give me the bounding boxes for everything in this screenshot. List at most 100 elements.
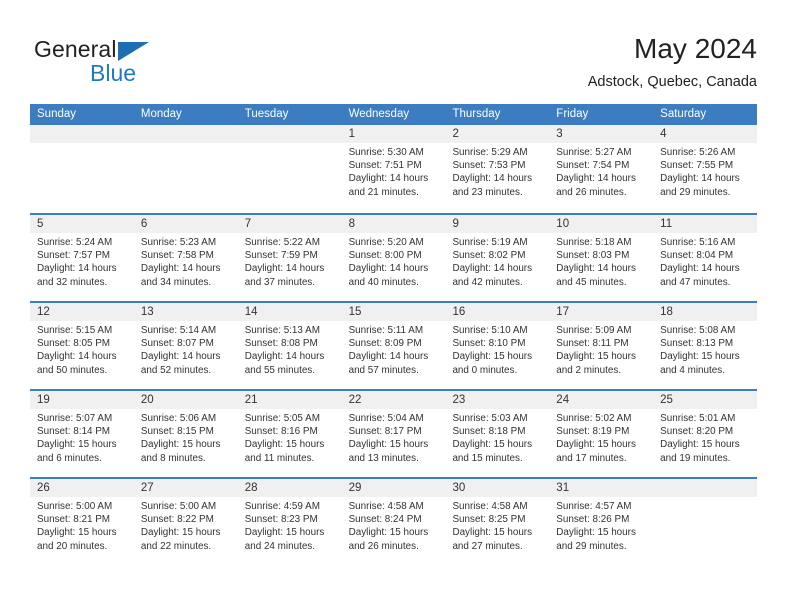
daylight-duration-line2: and 40 minutes.: [348, 276, 419, 288]
calendar-day-cell[interactable]: 23 Sunrise: 5:03 AM Sunset: 8:18 PM Dayligh…: [445, 391, 550, 477]
logo-word-general: General: [34, 36, 117, 62]
sunset-time: Sunset: 8:20 PM: [660, 426, 734, 438]
calendar-day-cell[interactable]: 19 Sunrise: 5:07 AM Sunset: 8:14 PM Dayligh…: [30, 391, 134, 477]
sunrise-time: Sunrise: 5:05 AM: [244, 413, 320, 424]
calendar-day-cell[interactable]: 21 Sunrise: 5:05 AM Sunset: 8:16 PM Dayligh…: [237, 391, 342, 477]
sun-info: Sunrise: 5:00 AM Sunset: 8:21 PM Daylight:…: [30, 497, 134, 553]
sunrise-time: Sunrise: 5:06 AM: [140, 413, 217, 424]
daylight-duration-line2: and 29 minutes.: [556, 540, 627, 552]
sunrise-time: Sunrise: 5:20 AM: [348, 237, 424, 248]
calendar-day-cell[interactable]: 25 Sunrise: 5:01 AM Sunset: 8:20 PM Dayligh…: [653, 391, 758, 477]
title-block: May 2024 Adstock, Quebec, Canada: [588, 32, 757, 92]
day-number: 29: [341, 479, 446, 497]
day-number: [237, 125, 342, 143]
calendar-day-cell[interactable]: 4 Sunrise: 5:26 AM Sunset: 7:55 PM Daylight…: [653, 125, 758, 213]
calendar-day-cell[interactable]: 11 Sunrise: 5:16 AM Sunset: 8:04 PM Dayligh…: [653, 215, 758, 301]
calendar-day-cell[interactable]: 31 Sunrise: 4:57 AM Sunset: 8:26 PM Dayligh…: [549, 479, 654, 565]
sunset-time: Sunset: 8:00 PM: [348, 250, 422, 262]
calendar-weeks: 1 Sunrise: 5:30 AM Sunset: 7:51 PM Daylight…: [30, 125, 758, 565]
daylight-duration-line1: Daylight: 14 hours: [37, 263, 117, 275]
sunset-time: Sunset: 8:25 PM: [452, 514, 526, 526]
general-blue-logo: General Blue: [34, 36, 274, 90]
calendar-day-cell[interactable]: 2 Sunrise: 5:29 AM Sunset: 7:53 PM Daylight…: [445, 125, 550, 213]
page-title: May 2024: [634, 33, 757, 64]
daylight-duration-line1: Daylight: 15 hours: [452, 439, 533, 451]
day-number: 24: [549, 391, 654, 409]
sunset-time: Sunset: 8:11 PM: [556, 338, 629, 350]
daylight-duration-line2: and 45 minutes.: [556, 276, 627, 288]
day-number: 21: [237, 391, 342, 409]
calendar-day-cell[interactable]: 16 Sunrise: 5:10 AM Sunset: 8:10 PM Dayligh…: [445, 303, 550, 389]
sunset-time: Sunset: 8:02 PM: [452, 250, 526, 262]
calendar-day-cell[interactable]: 3 Sunrise: 5:27 AM Sunset: 7:54 PM Daylight…: [549, 125, 654, 213]
calendar-day-cell[interactable]: 18 Sunrise: 5:08 AM Sunset: 8:13 PM Dayligh…: [653, 303, 758, 389]
sunset-time: Sunset: 8:22 PM: [140, 514, 214, 526]
calendar-day-cell[interactable]: 24 Sunrise: 5:02 AM Sunset: 8:19 PM Dayligh…: [549, 391, 654, 477]
calendar-day-cell[interactable]: 8 Sunrise: 5:20 AM Sunset: 8:00 PM Daylight…: [341, 215, 446, 301]
weekday-header-saturday: Saturday: [660, 108, 707, 120]
sun-info: Sunrise: 5:06 AM Sunset: 8:15 PM Daylight:…: [134, 409, 238, 465]
sunset-time: Sunset: 8:03 PM: [556, 250, 630, 262]
calendar-day-cell[interactable]: 9 Sunrise: 5:19 AM Sunset: 8:02 PM Daylight…: [445, 215, 550, 301]
daylight-duration-line1: Daylight: 14 hours: [348, 173, 429, 185]
weekday-header-tuesday: Tuesday: [244, 108, 289, 120]
sunrise-time: Sunrise: 4:57 AM: [556, 501, 632, 512]
calendar-day-cell[interactable]: 13 Sunrise: 5:14 AM Sunset: 8:07 PM Dayligh…: [133, 303, 238, 389]
sunset-time: Sunset: 7:54 PM: [556, 160, 630, 172]
calendar-day-cell[interactable]: 20 Sunrise: 5:06 AM Sunset: 8:15 PM Dayligh…: [133, 391, 238, 477]
daylight-duration-line2: and 47 minutes.: [660, 276, 731, 288]
calendar-day-cell[interactable]: 5 Sunrise: 5:24 AM Sunset: 7:57 PM Daylight…: [30, 215, 134, 301]
sunset-time: Sunset: 7:58 PM: [140, 250, 214, 262]
day-number: 14: [237, 303, 342, 321]
sun-info: Sunrise: 5:08 AM Sunset: 8:13 PM Daylight:…: [653, 321, 757, 377]
calendar-day-cell[interactable]: 6 Sunrise: 5:23 AM Sunset: 7:58 PM Daylight…: [133, 215, 238, 301]
daylight-duration-line1: Daylight: 15 hours: [556, 527, 636, 539]
sunset-time: Sunset: 7:57 PM: [37, 250, 111, 262]
calendar-day-cell-empty: [653, 479, 758, 565]
daylight-duration-line1: Daylight: 14 hours: [348, 263, 429, 275]
daylight-duration-line2: and 6 minutes.: [37, 452, 102, 464]
daylight-duration-line1: Daylight: 15 hours: [452, 527, 533, 539]
daylight-duration-line1: Daylight: 14 hours: [556, 263, 636, 275]
daylight-duration-line1: Daylight: 15 hours: [37, 527, 117, 539]
daylight-duration-line1: Daylight: 15 hours: [37, 439, 117, 451]
sun-info: Sunrise: 5:03 AM Sunset: 8:18 PM Daylight:…: [445, 409, 549, 465]
calendar-day-cell[interactable]: 1 Sunrise: 5:30 AM Sunset: 7:51 PM Daylight…: [341, 125, 446, 213]
calendar-day-cell-empty: [237, 125, 342, 213]
calendar-day-cell[interactable]: 12 Sunrise: 5:15 AM Sunset: 8:05 PM Dayligh…: [30, 303, 134, 389]
calendar-day-cell[interactable]: 26 Sunrise: 5:00 AM Sunset: 8:21 PM Dayligh…: [30, 479, 134, 565]
calendar-day-cell[interactable]: 27 Sunrise: 5:00 AM Sunset: 8:22 PM Dayligh…: [133, 479, 238, 565]
calendar-day-cell[interactable]: 29 Sunrise: 4:58 AM Sunset: 8:24 PM Dayligh…: [341, 479, 446, 565]
page-header: General Blue May 2024 Adstock, Quebec, C…: [0, 0, 792, 100]
day-number: 1: [341, 125, 446, 143]
sun-info: Sunrise: 4:58 AM Sunset: 8:24 PM Daylight:…: [342, 497, 446, 553]
calendar-day-cell[interactable]: 17 Sunrise: 5:09 AM Sunset: 8:11 PM Dayligh…: [549, 303, 654, 389]
sunrise-time: Sunrise: 5:07 AM: [37, 413, 113, 424]
calendar-day-cell[interactable]: 14 Sunrise: 5:13 AM Sunset: 8:08 PM Dayligh…: [237, 303, 342, 389]
day-number: [653, 479, 758, 497]
page-subtitle: Adstock, Quebec, Canada: [587, 74, 757, 90]
sun-info: Sunrise: 5:02 AM Sunset: 8:19 PM Daylight:…: [549, 409, 653, 465]
daylight-duration-line1: Daylight: 15 hours: [140, 439, 221, 451]
day-number: 6: [133, 215, 238, 233]
calendar-day-cell-empty: [30, 125, 134, 213]
daylight-duration-line2: and 15 minutes.: [452, 452, 523, 464]
day-number: 11: [653, 215, 758, 233]
daylight-duration-line1: Daylight: 15 hours: [140, 527, 221, 539]
calendar-day-cell[interactable]: 10 Sunrise: 5:18 AM Sunset: 8:03 PM Dayligh…: [549, 215, 654, 301]
sun-info: Sunrise: 5:29 AM Sunset: 7:53 PM Daylight:…: [445, 143, 549, 199]
calendar-day-cell[interactable]: 7 Sunrise: 5:22 AM Sunset: 7:59 PM Daylight…: [237, 215, 342, 301]
sunrise-time: Sunrise: 5:14 AM: [140, 325, 217, 336]
sun-info: Sunrise: 5:10 AM Sunset: 8:10 PM Daylight:…: [445, 321, 549, 377]
sunrise-time: Sunrise: 5:29 AM: [452, 147, 528, 158]
day-number: 10: [549, 215, 654, 233]
daylight-duration-line2: and 13 minutes.: [348, 452, 419, 464]
day-number: 30: [445, 479, 550, 497]
sun-info: Sunrise: 5:07 AM Sunset: 8:14 PM Daylight:…: [30, 409, 134, 465]
calendar-day-cell[interactable]: 15 Sunrise: 5:11 AM Sunset: 8:09 PM Dayligh…: [341, 303, 446, 389]
calendar-day-cell[interactable]: 30 Sunrise: 4:58 AM Sunset: 8:25 PM Dayligh…: [445, 479, 550, 565]
weekday-header-friday: Friday: [556, 108, 589, 120]
calendar-day-cell[interactable]: 28 Sunrise: 4:59 AM Sunset: 8:23 PM Dayligh…: [237, 479, 342, 565]
daylight-duration-line1: Daylight: 15 hours: [244, 439, 325, 451]
calendar-day-cell[interactable]: 22 Sunrise: 5:04 AM Sunset: 8:17 PM Dayligh…: [341, 391, 446, 477]
